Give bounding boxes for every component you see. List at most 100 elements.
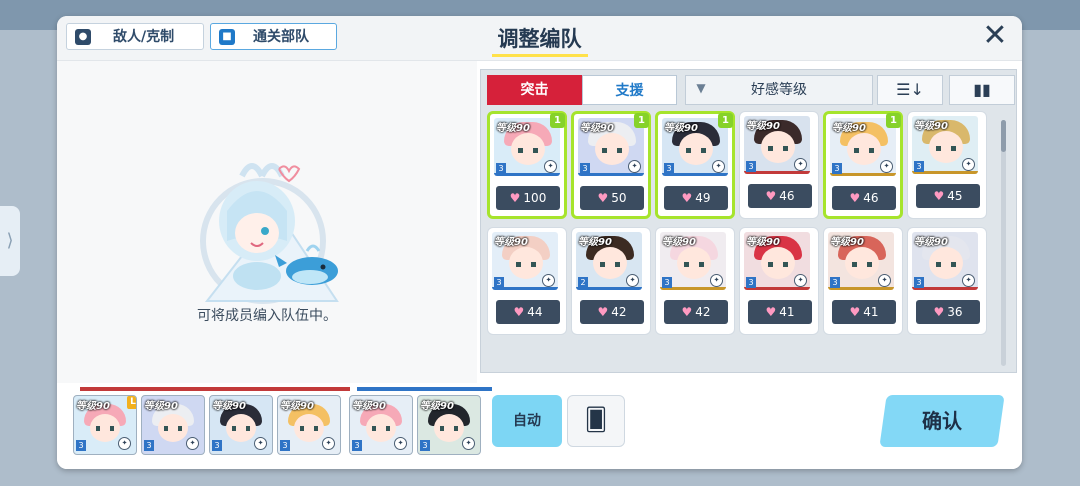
bond-level: ♥ 46 (832, 186, 896, 210)
student-card[interactable]: 等级90 3 ✦ 1 ♥ 50 (571, 111, 651, 219)
bond-level: ♥ 100 (496, 186, 560, 210)
student-card[interactable]: 等级90 3 ✦ ♥ 42 (655, 227, 735, 335)
role-icon: ✦ (542, 274, 555, 287)
portrait-eyes (232, 426, 250, 431)
confirm-label: 确认 (922, 409, 962, 433)
portrait-eyes (164, 426, 182, 431)
bond-value: 45 (947, 189, 963, 203)
heart-icon: ♥ (765, 189, 777, 203)
student-rank: 3 (664, 163, 674, 174)
team-slot[interactable]: 等级90 3 ✦ (417, 395, 481, 455)
bond-level: ♥ 45 (916, 184, 980, 208)
slot-level: 等级90 (144, 401, 178, 412)
student-card[interactable]: 等级90 3 ✦ 1 ♥ 46 (823, 111, 903, 219)
student-card[interactable]: 等级90 3 ✦ 1 ♥ 49 (655, 111, 735, 219)
cards-icon[interactable]: 🂠 (567, 395, 625, 447)
slot-level: 等级90 (420, 401, 454, 412)
role-icon: ✦ (628, 160, 641, 173)
portrait-eyes (96, 426, 114, 431)
portrait-eyes (600, 262, 620, 267)
slot-level: 等级90 (76, 401, 110, 412)
role-icon: ✦ (394, 437, 407, 450)
student-card[interactable]: 等级90 3 ✦ ♥ 44 (487, 227, 567, 335)
student-card[interactable]: 等级90 3 ✦ ♥ 41 (739, 227, 819, 335)
bond-level: ♥ 50 (580, 186, 644, 210)
team-slot[interactable]: 等级90 3 ✦ (349, 395, 413, 455)
bond-value: 42 (695, 305, 711, 319)
team-badge: 1 (718, 113, 733, 128)
role-icon: ✦ (962, 274, 975, 287)
sort-dropdown[interactable]: ▼ 好感等级 (685, 75, 873, 105)
team-slot[interactable]: 等级90 3 ✦ (141, 395, 205, 455)
filter-icon: ▼ (696, 81, 706, 95)
tab-strikers[interactable]: 突击 (487, 75, 582, 105)
close-icon[interactable]: ✕ (980, 21, 1010, 52)
grid-scrollbar[interactable] (1001, 120, 1006, 366)
student-portrait: 等级90 2 ✦ (576, 232, 642, 290)
slot-rank: 3 (352, 440, 362, 451)
team-slot[interactable]: 等级90 3 ✦ (209, 395, 273, 455)
team-badge: 1 (550, 113, 565, 128)
slot-rank: 3 (144, 440, 154, 451)
student-portrait: 等级90 3 ✦ (912, 232, 978, 290)
confirm-button[interactable]: 确认 (879, 395, 1005, 447)
portrait-eyes (768, 146, 788, 151)
bond-level: ♥ 36 (916, 300, 980, 324)
student-rank: 3 (494, 277, 504, 288)
role-icon: ✦ (710, 274, 723, 287)
slot-level: 等级90 (212, 401, 246, 412)
role-icon: ✦ (544, 160, 557, 173)
side-expand-tab[interactable]: ⟩ (0, 206, 20, 276)
role-icon: ✦ (462, 437, 475, 450)
slot-rank: 3 (212, 440, 222, 451)
special-group-bar (357, 387, 492, 391)
chibi-mascot-illustration (187, 151, 347, 311)
student-portrait: 等级90 3 ✦ (492, 232, 558, 290)
tab-special[interactable]: 支援 (582, 75, 677, 105)
student-portrait: 等级90 3 ✦ (828, 232, 894, 290)
student-card[interactable]: 等级90 3 ✦ 1 ♥ 100 (487, 111, 567, 219)
role-icon: ✦ (118, 437, 131, 450)
scrollbar-thumb[interactable] (1001, 120, 1006, 152)
role-icon: ✦ (322, 437, 335, 450)
portrait-eyes (854, 148, 874, 153)
student-level: 等级90 (494, 237, 528, 248)
sort-descending-icon[interactable]: ☰↓ (877, 75, 943, 105)
team-slot[interactable]: 等级90 3 ✦ L (73, 395, 137, 455)
heart-icon: ♥ (765, 305, 777, 319)
role-icon: ✦ (186, 437, 199, 450)
team-slot[interactable]: 等级90 3 ✦ (277, 395, 341, 455)
student-card[interactable]: 等级90 2 ✦ ♥ 42 (571, 227, 651, 335)
slot-rank: 3 (420, 440, 430, 451)
student-level: 等级90 (662, 237, 696, 248)
student-level: 等级90 (914, 237, 948, 248)
student-card[interactable]: 等级90 3 ✦ ♥ 36 (907, 227, 987, 335)
heart-icon: ♥ (509, 191, 521, 205)
student-portrait: 等级90 3 ✦ (912, 116, 978, 174)
empty-member-panel: 可将成员编入队伍中。 (57, 61, 477, 383)
bond-value: 49 (695, 191, 711, 205)
heart-icon: ♥ (933, 189, 945, 203)
role-icon: ✦ (254, 437, 267, 450)
student-card[interactable]: 等级90 3 ✦ ♥ 46 (739, 111, 819, 219)
student-level: 等级90 (830, 237, 864, 248)
role-icon: ✦ (794, 274, 807, 287)
role-icon: ✦ (626, 274, 639, 287)
grid-view-icon[interactable]: ▮▮ (949, 75, 1015, 105)
auto-button[interactable]: 自动 (492, 395, 562, 447)
leader-badge: L (127, 396, 136, 409)
bond-value: 42 (611, 305, 627, 319)
student-card[interactable]: 等级90 3 ✦ ♥ 41 (823, 227, 903, 335)
team-badge: 1 (634, 113, 649, 128)
student-portrait: 等级90 3 ✦ (744, 232, 810, 290)
slot-level: 等级90 (352, 401, 386, 412)
bond-level: ♥ 44 (496, 300, 560, 324)
bond-level: ♥ 41 (832, 300, 896, 324)
student-card[interactable]: 等级90 3 ✦ ♥ 45 (907, 111, 987, 219)
team-badge: 1 (886, 113, 901, 128)
heart-icon: ♥ (681, 191, 693, 205)
student-rank: 2 (578, 277, 588, 288)
role-icon: ✦ (794, 158, 807, 171)
student-level: 等级90 (746, 121, 780, 132)
student-level: 等级90 (914, 121, 948, 132)
